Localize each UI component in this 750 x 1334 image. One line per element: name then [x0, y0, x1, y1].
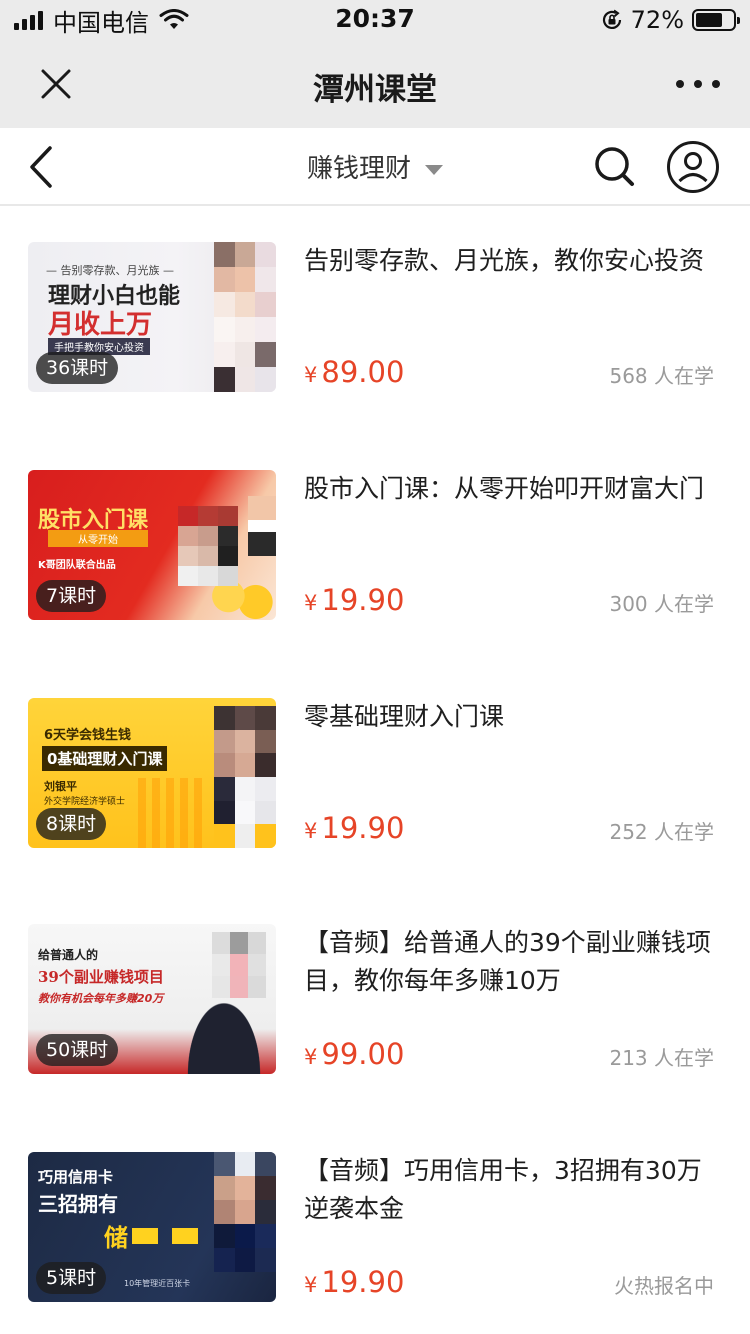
lesson-count-badge: 7课时	[36, 580, 107, 612]
status-bar: 中国电信 20:37 72%	[0, 0, 750, 40]
currency-symbol: ¥	[304, 591, 318, 615]
learner-count: 300 人在学	[609, 592, 714, 616]
thumb-text: 储	[104, 1224, 128, 1252]
thumb-text: 10年管理近百张卡	[124, 1279, 191, 1288]
search-icon[interactable]	[592, 144, 636, 188]
learner-count: 252 人在学	[609, 820, 714, 844]
thumb-text: 外交学院经济学硕士	[44, 797, 126, 807]
price-value: 19.90	[321, 1265, 405, 1299]
price-value: 19.90	[321, 811, 405, 845]
thumb-text: K哥团队联合出品	[38, 560, 116, 571]
price-value: 89.00	[321, 355, 405, 389]
category-label: 赚钱理财	[306, 154, 411, 184]
category-dropdown[interactable]: 赚钱理财	[0, 148, 750, 185]
course-thumbnail: 巧用信用卡 三招拥有 储 10年管理近百张卡 5课时	[28, 1152, 276, 1302]
rotation-lock-icon	[602, 9, 621, 29]
lesson-count-badge: 8课时	[36, 808, 107, 840]
blurred-portrait	[178, 506, 238, 586]
price-value: 99.00	[321, 1037, 405, 1071]
battery-percent: 72%	[630, 6, 684, 34]
blurred-portrait	[214, 1152, 276, 1272]
course-title[interactable]: 【音频】给普通人的39个副业赚钱项目，教你每年多赚10万	[304, 924, 724, 1000]
thumb-text: 从零开始	[48, 530, 148, 547]
thumb-text: 三招拥有	[38, 1192, 118, 1216]
course-item[interactable]: — 告别零存款、月光族 — 理财小白也能 月收上万 手把手教你安心投资 36课时…	[0, 242, 750, 442]
thumb-text: 月收上万	[48, 310, 153, 340]
course-item[interactable]: 股市入门课 从零开始 K哥团队联合出品 7课时 股市入门课：从零开始叩开财富大门…	[0, 470, 750, 670]
course-title[interactable]: 告别零存款、月光族，教你安心投资	[304, 242, 724, 280]
course-item[interactable]: 6天学会钱生钱 0基础理财入门课 刘银平 外交学院经济学硕士 8课时 零基础理财…	[0, 698, 750, 898]
blurred-portrait	[212, 932, 266, 998]
currency-symbol: ¥	[304, 363, 318, 387]
man-illustration	[248, 496, 276, 556]
dropdown-caret-icon	[425, 164, 443, 175]
blurred-portrait	[214, 242, 276, 392]
course-thumbnail: 股市入门课 从零开始 K哥团队联合出品 7课时	[28, 470, 276, 620]
course-price: ¥19.90	[304, 1264, 404, 1303]
currency-symbol: ¥	[304, 819, 318, 843]
coins-illustration	[208, 580, 276, 620]
thumb-text: 巧用信用卡	[38, 1168, 114, 1186]
lesson-count-badge: 50课时	[36, 1034, 119, 1066]
learner-count: 568 人在学	[609, 364, 714, 388]
page-title: 潭州课堂	[313, 72, 437, 108]
status-right: 72%	[601, 6, 740, 34]
more-icon[interactable]	[676, 68, 720, 100]
category-nav: 赚钱理财	[0, 128, 750, 206]
course-title[interactable]: 【音频】巧用信用卡，3招拥有30万逆袭本金	[304, 1152, 724, 1228]
thumb-text: — 告别零存款、月光族 —	[46, 264, 174, 277]
thumb-text: 刘银平	[44, 780, 77, 793]
currency-symbol: ¥	[304, 1045, 318, 1069]
lesson-count-badge: 5课时	[36, 1262, 107, 1294]
thumb-text: 教你有机会每年多赚20万	[38, 992, 164, 1005]
course-thumbnail: 6天学会钱生钱 0基础理财入门课 刘银平 外交学院经济学硕士 8课时	[28, 698, 276, 848]
course-price: ¥99.00	[304, 1036, 404, 1075]
course-price: ¥19.90	[304, 810, 404, 849]
thumb-text: 0基础理财入门课	[42, 746, 168, 771]
course-price: ¥89.00	[304, 354, 404, 393]
lesson-count-badge: 36课时	[36, 352, 119, 384]
thumb-text: 39个副业赚钱项目	[38, 968, 164, 986]
price-value: 19.90	[321, 583, 405, 617]
course-thumbnail: 给普通人的 39个副业赚钱项目 教你有机会每年多赚20万 50课时	[28, 924, 276, 1074]
course-title[interactable]: 零基础理财入门课	[304, 698, 724, 736]
title-bar: 潭州课堂	[0, 40, 750, 128]
bar-graphic	[138, 778, 208, 848]
course-thumbnail: — 告别零存款、月光族 — 理财小白也能 月收上万 手把手教你安心投资 36课时	[28, 242, 276, 392]
battery-icon	[692, 9, 740, 31]
course-price: ¥19.90	[304, 582, 404, 621]
course-item[interactable]: 巧用信用卡 三招拥有 储 10年管理近百张卡 5课时 【音频】巧用信用卡，3招拥…	[0, 1152, 750, 1334]
learner-count: 火热报名中	[614, 1274, 714, 1298]
thumb-text: 6天学会钱生钱	[44, 728, 132, 743]
highlight-bar	[132, 1228, 212, 1244]
course-item[interactable]: 给普通人的 39个副业赚钱项目 教你有机会每年多赚20万 50课时 【音频】给普…	[0, 924, 750, 1124]
course-title[interactable]: 股市入门课：从零开始叩开财富大门	[304, 470, 724, 508]
blurred-portrait	[214, 706, 276, 848]
currency-symbol: ¥	[304, 1273, 318, 1297]
learner-count: 213 人在学	[609, 1046, 714, 1070]
user-icon[interactable]	[666, 140, 720, 194]
thumb-text: 给普通人的	[38, 948, 99, 962]
